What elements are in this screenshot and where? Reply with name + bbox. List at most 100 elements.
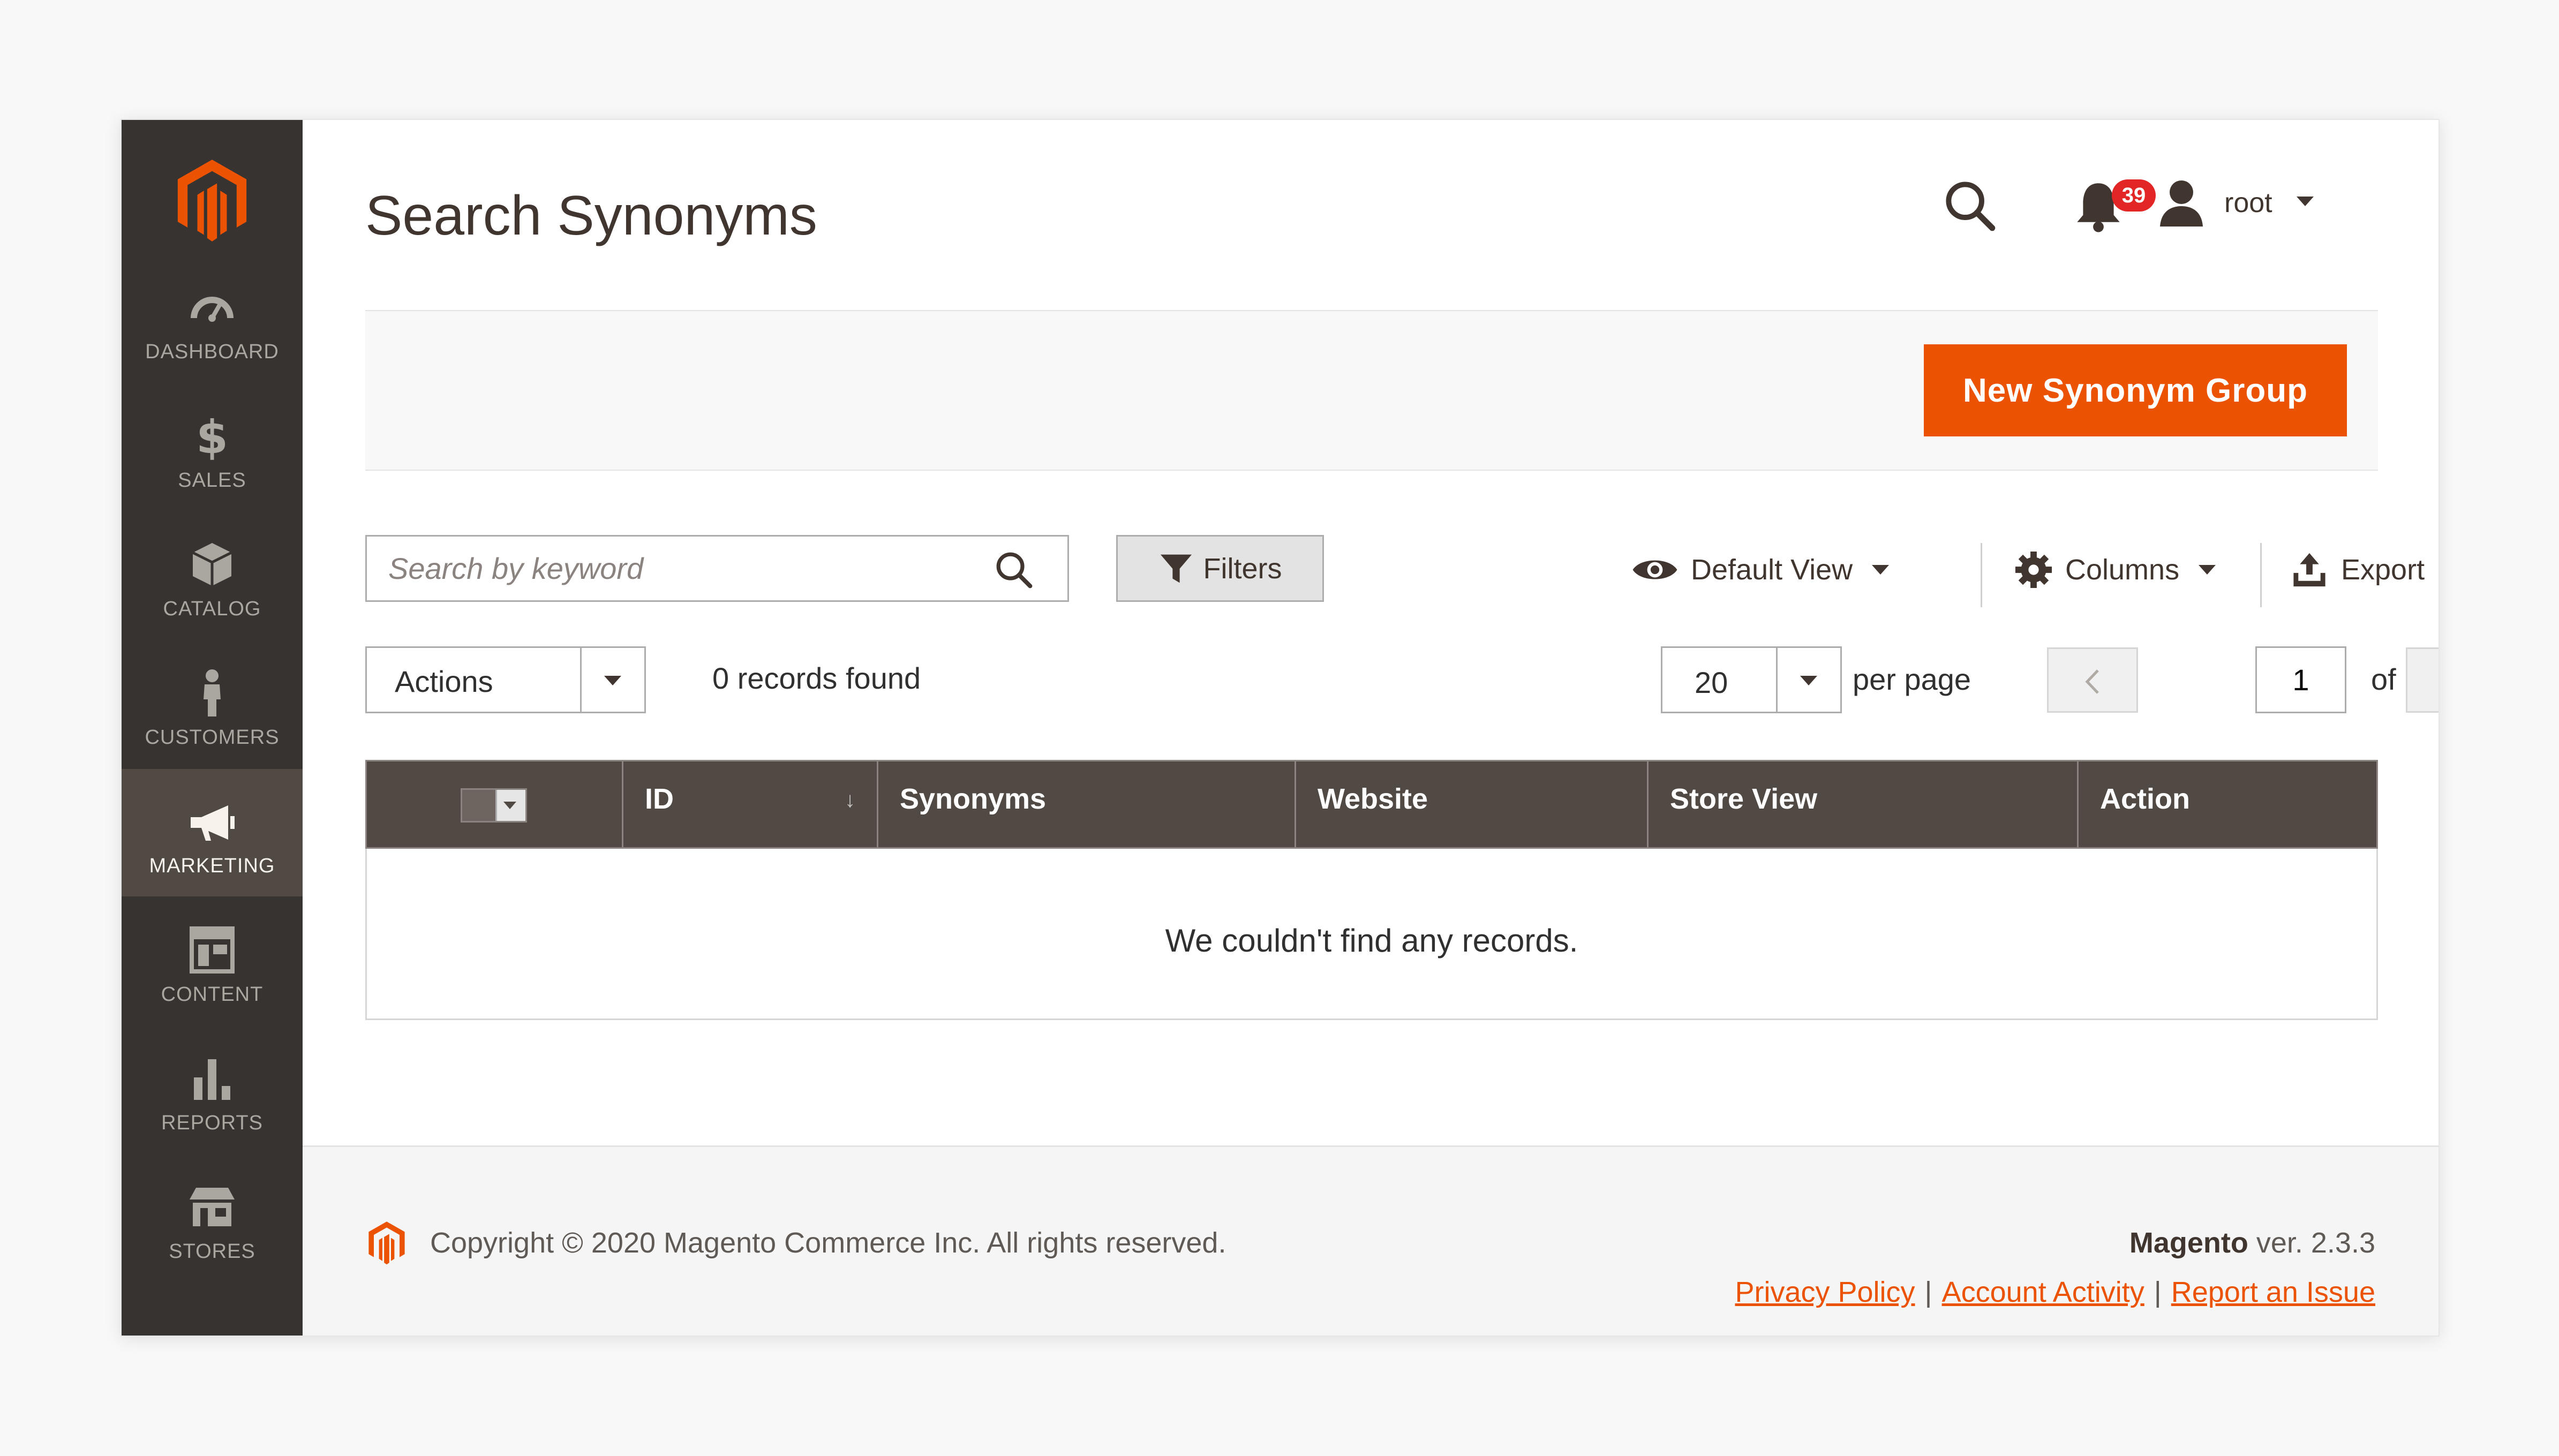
sidebar-item-marketing[interactable]: MARKETING bbox=[122, 769, 303, 896]
box-icon bbox=[192, 543, 232, 586]
per-page-label: per page bbox=[1853, 662, 1971, 696]
chevron-down-icon bbox=[503, 802, 516, 809]
sidebar-item-stores[interactable]: STORES bbox=[122, 1155, 303, 1282]
layout-icon bbox=[190, 926, 235, 974]
new-synonym-group-button[interactable]: New Synonym Group bbox=[1924, 344, 2347, 436]
dashboard-icon bbox=[191, 297, 234, 322]
next-page-button[interactable] bbox=[2406, 647, 2438, 713]
admin-window: DASHBOARD $ SALES CATALOG CUSTOMERS MARK… bbox=[121, 119, 2440, 1337]
main-content: Search Synonyms 39 root New Synonym Grou… bbox=[303, 120, 2438, 1336]
eye-icon bbox=[1632, 560, 1677, 579]
page-title: Search Synonyms bbox=[365, 185, 817, 247]
chevron-left-icon bbox=[2085, 669, 2099, 694]
user-menu-name[interactable]: root bbox=[2224, 187, 2272, 219]
column-header-label: Store View bbox=[1670, 783, 1818, 815]
magento-logo-icon bbox=[368, 1221, 405, 1265]
column-header-website[interactable]: Website bbox=[1294, 761, 1647, 847]
footer-links: Privacy Policy | Account Activity | Report a… bbox=[1735, 1276, 2375, 1309]
magento-logo-icon[interactable] bbox=[170, 156, 254, 246]
mass-actions-dropdown[interactable]: Actions bbox=[365, 646, 646, 713]
column-header-label: Website bbox=[1318, 783, 1428, 815]
synonyms-data-grid: ID ↓ Synonyms Website Store View Action … bbox=[365, 760, 2378, 1020]
per-page-select[interactable]: 20 bbox=[1661, 646, 1842, 713]
export-upload-icon bbox=[2293, 553, 2325, 587]
export-control-label: Export bbox=[2341, 554, 2425, 586]
sidebar-item-label: CATALOG bbox=[163, 598, 261, 620]
gear-icon bbox=[2015, 551, 2052, 589]
search-icon[interactable] bbox=[992, 548, 1035, 591]
account-activity-link[interactable]: Account Activity bbox=[1942, 1276, 2144, 1308]
megaphone-icon bbox=[191, 805, 235, 841]
sidebar-item-label: CUSTOMERS bbox=[145, 726, 280, 749]
filters-button[interactable]: Filters bbox=[1116, 535, 1324, 602]
sidebar-item-customers[interactable]: CUSTOMERS bbox=[122, 640, 303, 768]
toolbar-divider bbox=[2260, 543, 2262, 607]
columns-control[interactable]: Columns bbox=[2014, 546, 2216, 594]
dollar-icon: $ bbox=[196, 411, 228, 463]
grid-header-row: ID ↓ Synonyms Website Store View Action bbox=[365, 760, 2378, 849]
bar-chart-icon bbox=[194, 1059, 230, 1100]
view-switcher-label: Default View bbox=[1691, 554, 1853, 586]
privacy-policy-link[interactable]: Privacy Policy bbox=[1735, 1276, 1915, 1308]
keyword-search-input[interactable] bbox=[388, 537, 977, 600]
sidebar-item-content[interactable]: CONTENT bbox=[122, 897, 303, 1025]
columns-control-label: Columns bbox=[2065, 554, 2180, 586]
link-separator: | bbox=[1924, 1276, 1932, 1308]
per-page-value: 20 bbox=[1695, 666, 1728, 699]
sidebar-item-label: REPORTS bbox=[161, 1112, 263, 1134]
mass-actions-label: Actions bbox=[395, 665, 493, 698]
chevron-down-icon bbox=[604, 676, 621, 685]
previous-page-button[interactable] bbox=[2047, 647, 2138, 713]
sort-arrow-icon: ↓ bbox=[845, 788, 855, 812]
column-header-select bbox=[367, 761, 622, 847]
per-page-toggle[interactable] bbox=[1776, 648, 1840, 712]
column-header-id[interactable]: ID ↓ bbox=[622, 761, 877, 847]
toolbar-divider bbox=[1981, 543, 1982, 607]
mass-select-checkbox[interactable] bbox=[461, 788, 527, 823]
column-header-synonyms[interactable]: Synonyms bbox=[877, 761, 1294, 847]
sidebar-item-label: DASHBOARD bbox=[145, 341, 279, 363]
page-footer: Copyright © 2020 Magento Commerce Inc. A… bbox=[303, 1145, 2438, 1336]
sidebar-item-label: CONTENT bbox=[161, 983, 264, 1006]
keyword-search-box bbox=[365, 535, 1069, 602]
chevron-down-icon[interactable] bbox=[2297, 197, 2314, 206]
mass-select-toggle[interactable] bbox=[495, 790, 525, 821]
page-actions-bar: New Synonym Group bbox=[365, 310, 2378, 471]
sidebar-item-dashboard[interactable]: DASHBOARD bbox=[122, 255, 303, 382]
person-icon bbox=[204, 669, 221, 716]
column-header-store-view[interactable]: Store View bbox=[1647, 761, 2077, 847]
export-control[interactable]: Export bbox=[2290, 546, 2438, 594]
svg-text:$: $ bbox=[196, 411, 228, 463]
filters-button-label: Filters bbox=[1203, 552, 1282, 585]
column-header-label: Action bbox=[2100, 783, 2190, 815]
chevron-down-icon bbox=[1800, 676, 1817, 685]
column-header-action: Action bbox=[2077, 761, 2376, 847]
version-number: ver. 2.3.3 bbox=[2248, 1227, 2375, 1259]
filter-funnel-icon bbox=[1160, 554, 1192, 583]
admin-sidebar: DASHBOARD $ SALES CATALOG CUSTOMERS MARK… bbox=[122, 120, 303, 1336]
records-found-count: 0 records found bbox=[712, 661, 921, 695]
view-switcher[interactable]: Default View bbox=[1631, 546, 1890, 594]
report-issue-link[interactable]: Report an Issue bbox=[2171, 1276, 2375, 1308]
column-header-label: ID bbox=[645, 783, 674, 815]
sidebar-item-reports[interactable]: REPORTS bbox=[122, 1026, 303, 1153]
link-separator: | bbox=[2154, 1276, 2162, 1308]
page-number-input[interactable] bbox=[2255, 646, 2346, 713]
chevron-down-icon bbox=[2199, 565, 2216, 575]
sidebar-item-sales[interactable]: $ SALES bbox=[122, 383, 303, 511]
global-search-icon[interactable] bbox=[1940, 176, 1999, 235]
notification-count-badge[interactable]: 39 bbox=[2112, 179, 2156, 212]
store-icon bbox=[190, 1188, 235, 1226]
sidebar-item-label: SALES bbox=[178, 469, 246, 492]
sidebar-item-label: STORES bbox=[169, 1240, 255, 1263]
chevron-down-icon bbox=[1872, 565, 1890, 575]
user-icon[interactable] bbox=[2155, 176, 2208, 230]
copyright-text: Copyright © 2020 Magento Commerce Inc. A… bbox=[430, 1227, 1226, 1259]
version-info: Magento ver. 2.3.3 bbox=[2129, 1226, 2375, 1259]
empty-grid-message: We couldn't find any records. bbox=[1165, 923, 1578, 959]
sidebar-item-label: MARKETING bbox=[149, 855, 275, 877]
column-header-label: Synonyms bbox=[900, 783, 1047, 815]
sidebar-item-catalog[interactable]: CATALOG bbox=[122, 512, 303, 639]
mass-actions-toggle[interactable] bbox=[580, 648, 644, 712]
brand-name: Magento bbox=[2129, 1227, 2248, 1259]
